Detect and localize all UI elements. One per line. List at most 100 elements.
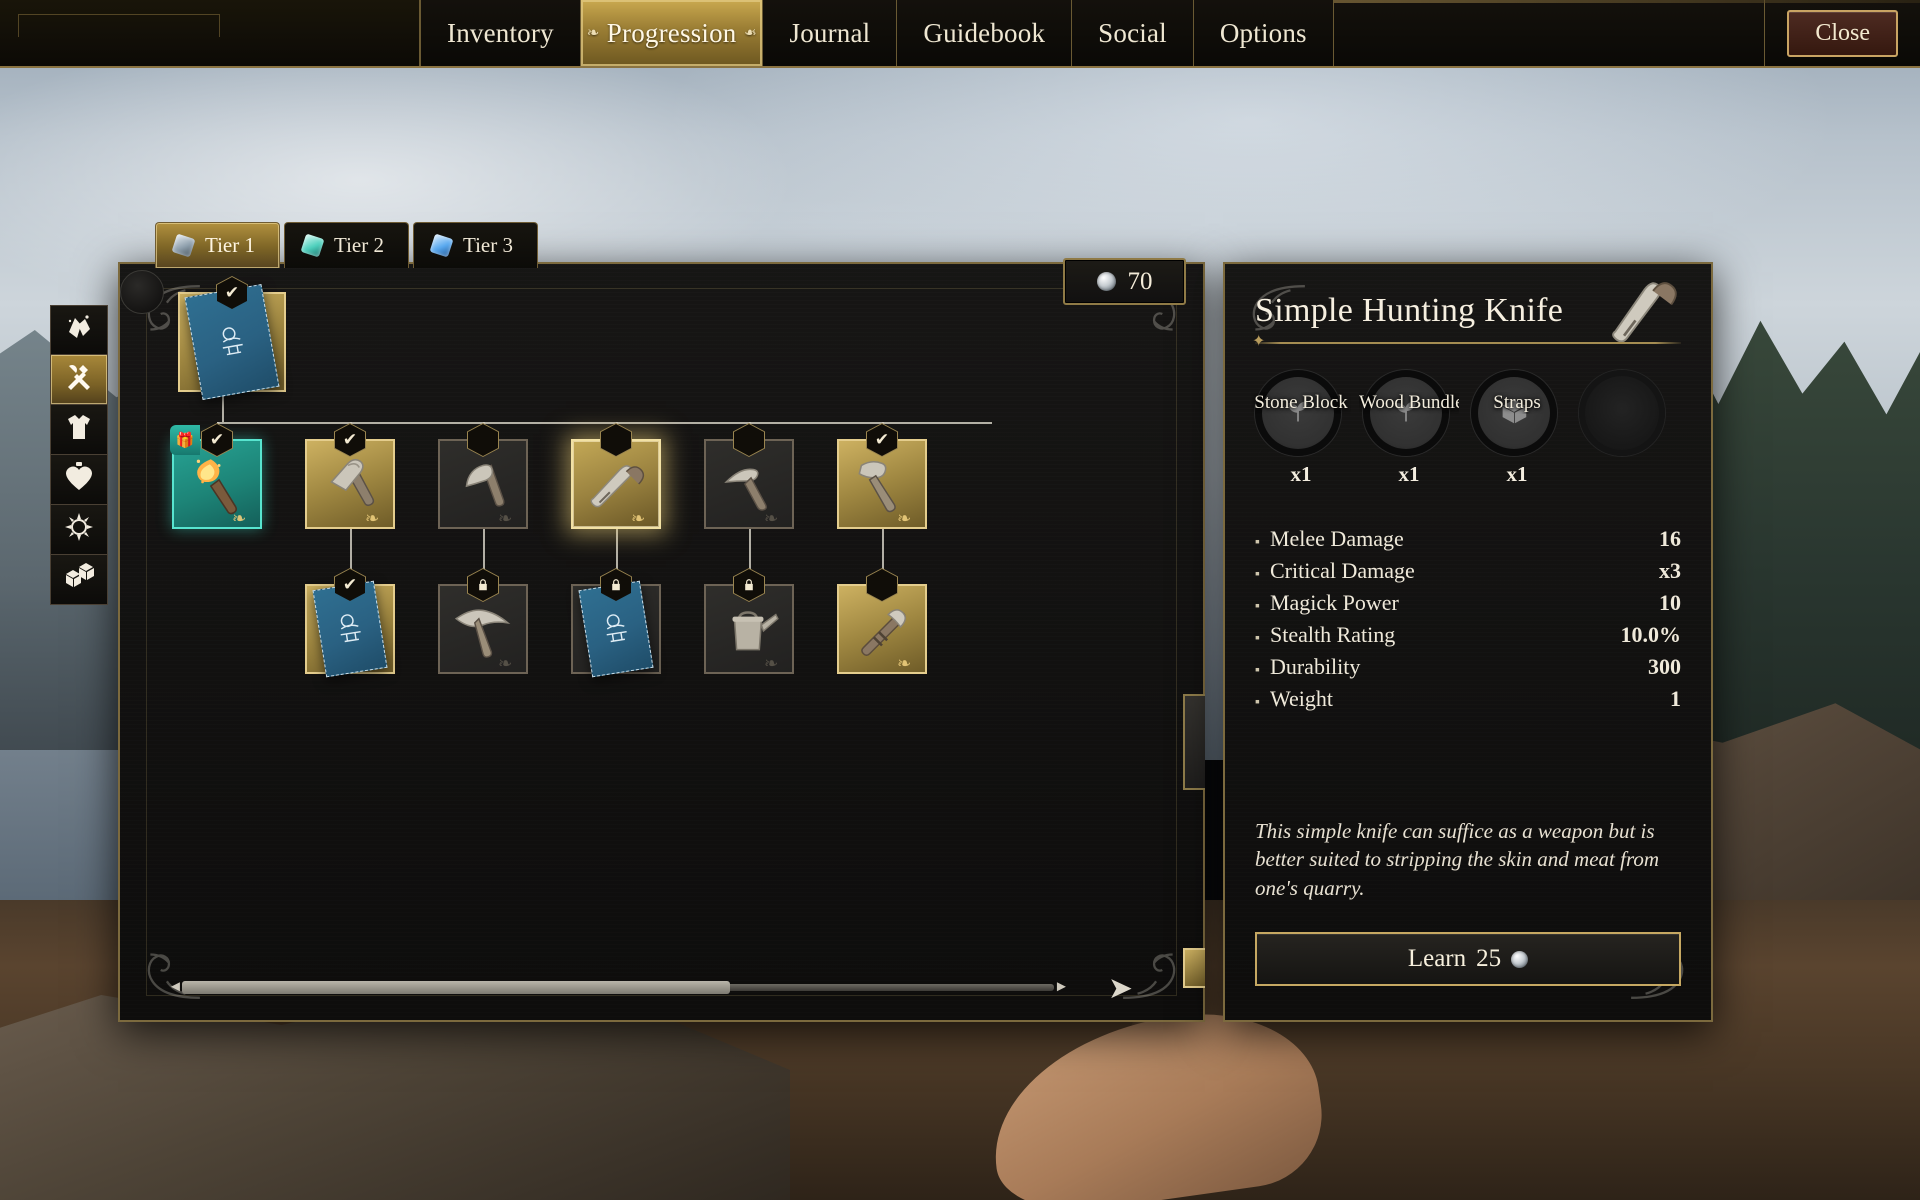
stat-row: ▪ Melee Damage 16 bbox=[1255, 523, 1681, 555]
stat-bullet-icon: ▪ bbox=[1255, 567, 1260, 582]
building-blocks-icon bbox=[63, 561, 95, 598]
tree-node-hunting-knife[interactable]: ❧ bbox=[571, 423, 661, 529]
stat-bullet-icon: ▪ bbox=[1255, 695, 1260, 710]
potion-heart-icon bbox=[63, 461, 95, 498]
tree-node-stone-hammer[interactable]: ❧ ✔ bbox=[837, 423, 927, 529]
stat-value: 16 bbox=[1659, 526, 1681, 551]
category-rail bbox=[50, 305, 108, 605]
coin-icon bbox=[1096, 272, 1116, 291]
stat-value: 300 bbox=[1648, 654, 1681, 679]
stat-row: ▪ Durability 300 bbox=[1255, 651, 1681, 683]
main-menu: InventoryProgressionJournalGuidebookSoci… bbox=[420, 0, 1334, 66]
topbar-left-ornament bbox=[0, 0, 420, 66]
tier-gem-icon bbox=[429, 233, 454, 258]
menu-item-social[interactable]: Social bbox=[1072, 0, 1194, 66]
tree-horizontal-scrollbar[interactable]: ◄ ► bbox=[168, 976, 1069, 998]
category-traps[interactable] bbox=[50, 505, 108, 555]
category-resources[interactable] bbox=[50, 305, 108, 355]
close-button[interactable]: Close bbox=[1787, 9, 1898, 57]
learn-button[interactable]: Learn 25 bbox=[1255, 932, 1681, 986]
tree-node-watering-can[interactable]: ❧ bbox=[704, 568, 794, 674]
stat-bullet-icon: ▪ bbox=[1255, 599, 1260, 614]
scrollbar-track[interactable] bbox=[182, 980, 1054, 994]
title-divider bbox=[1252, 331, 1681, 351]
stat-row: ▪ Stealth Rating 10.0% bbox=[1255, 619, 1681, 651]
ingredient-quantity: x1 bbox=[1398, 462, 1420, 486]
stat-label: Magick Power bbox=[1269, 590, 1399, 615]
trap-icon bbox=[63, 511, 95, 548]
stat-row: ▪ Magick Power 10 bbox=[1255, 587, 1681, 619]
stat-label: Critical Damage bbox=[1269, 558, 1415, 583]
tree-connector bbox=[217, 422, 992, 424]
item-detail: Simple Hunting Knife Stone Blockx1Wood B… bbox=[1225, 264, 1711, 1020]
tree-node-stone-axe[interactable]: ❧ ✔ bbox=[305, 423, 395, 529]
ingredient-list: Stone Block x1 Wood Bundle x1 Straps x1 bbox=[1254, 370, 1681, 487]
scroll-left-cap-icon: ◄ bbox=[168, 979, 183, 995]
item-description: This simple knife can suffice as a weapo… bbox=[1255, 818, 1660, 900]
stat-label: Melee Damage bbox=[1269, 526, 1404, 551]
top-menu-bar: InventoryProgressionJournalGuidebookSoci… bbox=[0, 0, 1920, 68]
knife-icon bbox=[1597, 272, 1693, 350]
category-apparel[interactable] bbox=[50, 405, 108, 455]
gift-reward-icon: 🎁 bbox=[170, 425, 200, 455]
ingredient-slot[interactable]: Stone Block x1 bbox=[1254, 370, 1348, 487]
tier-tab-3[interactable]: Tier 3 bbox=[413, 222, 538, 268]
tree-node-loom-blueprint[interactable]: ❧ bbox=[571, 568, 661, 678]
ingredient-name: Straps bbox=[1493, 392, 1541, 413]
tier-tab-2[interactable]: Tier 2 bbox=[284, 222, 409, 268]
clothing-icon bbox=[63, 411, 95, 448]
ingredient-quantity: x1 bbox=[1290, 462, 1312, 486]
tree-node-pickaxe[interactable]: ❧ bbox=[438, 568, 528, 674]
tree-node-sickle[interactable]: ❧ bbox=[704, 423, 794, 529]
tree-root-orb bbox=[120, 270, 164, 314]
learn-label: Learn bbox=[1407, 945, 1467, 972]
player-hand bbox=[979, 997, 1331, 1200]
tree-node-torch[interactable]: ❧ ✔ 🎁 bbox=[170, 423, 262, 529]
tree-overflow-node-peek[interactable] bbox=[1183, 948, 1205, 988]
menu-item-inventory[interactable]: Inventory bbox=[420, 0, 581, 66]
crystal-icon bbox=[63, 312, 95, 349]
category-consumables[interactable] bbox=[50, 455, 108, 505]
tree-node-fish-blueprint[interactable]: ❧✔ bbox=[305, 568, 395, 678]
scroll-right-cap-icon: ► bbox=[1054, 979, 1069, 995]
category-building[interactable] bbox=[50, 555, 108, 605]
tier-tab-label: Tier 1 bbox=[205, 233, 255, 257]
tier-gem-icon bbox=[300, 233, 325, 258]
stat-bullet-icon: ▪ bbox=[1255, 663, 1260, 678]
skill-tree: ❧✔🎁❧✔❧❧❧❧✔❧✔❧❧❧❧❧✔ bbox=[120, 264, 1207, 974]
scrollbar-thumb[interactable] bbox=[182, 980, 730, 994]
category-tools[interactable] bbox=[50, 355, 108, 405]
stat-row: ▪ Critical Damage x3 bbox=[1255, 555, 1681, 587]
item-detail-page: Simple Hunting Knife Stone Blockx1Wood B… bbox=[1223, 262, 1713, 1022]
tier-tab-bar: Tier 1 Tier 2 Tier 3 bbox=[155, 222, 542, 268]
menu-item-progression[interactable]: Progression bbox=[580, 0, 764, 66]
stat-value: 10.0% bbox=[1620, 622, 1682, 647]
tools-icon bbox=[63, 361, 95, 398]
close-button-container: Close bbox=[1765, 0, 1920, 66]
tier-tab-label: Tier 3 bbox=[463, 233, 513, 257]
currency-amount: 70 bbox=[1127, 267, 1153, 295]
tree-node-torch-tool[interactable]: ❧ bbox=[837, 568, 927, 674]
menu-item-options[interactable]: Options bbox=[1193, 0, 1334, 66]
progression-book: ❧✔🎁❧✔❧❧❧❧✔❧✔❧❧❧❧❧✔ ◄ ► ➤ Simple Hunting … bbox=[118, 262, 1713, 1022]
tier-gem-icon bbox=[171, 233, 196, 258]
learn-cost: 25 bbox=[1476, 945, 1502, 972]
menu-item-guidebook[interactable]: Guidebook bbox=[897, 0, 1073, 66]
scroll-next-arrow-icon[interactable]: ➤ bbox=[1108, 971, 1133, 1006]
tree-node-stone-adze[interactable]: ❧ bbox=[438, 423, 528, 529]
stat-value: 1 bbox=[1670, 686, 1681, 711]
tier-tab-1[interactable]: Tier 1 bbox=[155, 222, 280, 268]
skill-tree-page: ❧✔🎁❧✔❧❧❧❧✔❧✔❧❧❧❧❧✔ ◄ ► ➤ bbox=[118, 262, 1205, 1022]
stat-list: ▪ Melee Damage 16 ▪ Critical Damage x3 ▪ Magick… bbox=[1255, 523, 1681, 715]
tree-overflow-node-peek[interactable] bbox=[1183, 694, 1205, 790]
stat-label: Stealth Rating bbox=[1269, 622, 1396, 647]
ingredient-name: Stone Block bbox=[1254, 392, 1348, 413]
coin-icon bbox=[1511, 950, 1529, 968]
ingredient-slot[interactable]: Wood Bundle x1 bbox=[1359, 370, 1459, 487]
stat-label: Durability bbox=[1269, 654, 1361, 679]
menu-item-journal[interactable]: Journal bbox=[763, 0, 898, 66]
ingredient-circle bbox=[1579, 370, 1665, 456]
tree-node-blueprint-root[interactable]: ❧✔ bbox=[178, 276, 286, 400]
ingredient-slot-empty[interactable] bbox=[1579, 370, 1671, 487]
ingredient-slot[interactable]: Straps x1 bbox=[1471, 370, 1563, 487]
